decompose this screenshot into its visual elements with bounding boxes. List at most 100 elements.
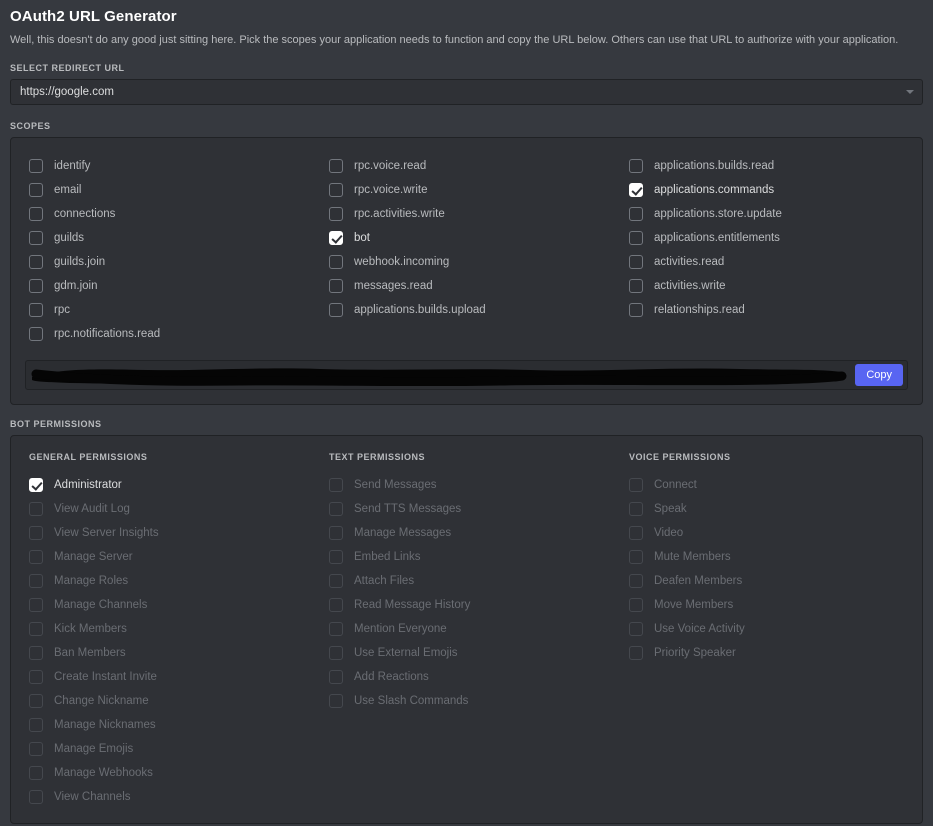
permission-label: Embed Links	[354, 551, 421, 563]
checkbox-icon	[329, 646, 343, 660]
redaction-marker	[31, 368, 847, 386]
scope-row[interactable]: applications.entitlements	[625, 226, 908, 250]
checkbox-checked-icon[interactable]	[329, 231, 343, 245]
scope-row[interactable]: rpc.voice.read	[325, 154, 625, 178]
permission-label: Deafen Members	[654, 575, 743, 587]
checkbox-icon[interactable]	[629, 231, 643, 245]
permissions-column-heading: GENERAL PERMISSIONS	[29, 452, 148, 462]
permission-row: Use Slash Commands	[325, 689, 625, 713]
checkbox-icon[interactable]	[29, 207, 43, 221]
scope-row[interactable]: gdm.join	[25, 274, 325, 298]
redirect-url-select[interactable]: https://google.com	[10, 79, 923, 105]
checkbox-icon[interactable]	[629, 303, 643, 317]
scope-label: rpc.voice.read	[354, 160, 427, 172]
scope-row[interactable]: identify	[25, 154, 325, 178]
checkbox-icon[interactable]	[329, 303, 343, 317]
checkbox-icon[interactable]	[329, 183, 343, 197]
scope-row[interactable]: bot	[325, 226, 625, 250]
permission-row: Manage Roles	[25, 569, 325, 593]
permission-label: Attach Files	[354, 575, 415, 587]
checkbox-icon[interactable]	[29, 327, 43, 341]
checkbox-icon	[29, 742, 43, 756]
scope-row[interactable]: messages.read	[325, 274, 625, 298]
scope-row[interactable]: connections	[25, 202, 325, 226]
scope-label: messages.read	[354, 280, 433, 292]
permission-label: Kick Members	[54, 623, 127, 635]
checkbox-icon	[329, 670, 343, 684]
scope-row[interactable]: rpc.activities.write	[325, 202, 625, 226]
checkbox-checked-icon[interactable]	[629, 183, 643, 197]
permissions-column-text: TEXT PERMISSIONS Send Messages Send TTS Me…	[325, 452, 625, 809]
scope-row[interactable]: rpc.notifications.read	[25, 322, 325, 346]
checkbox-icon[interactable]	[329, 279, 343, 293]
checkbox-icon	[329, 502, 343, 516]
checkbox-icon[interactable]	[629, 255, 643, 269]
permission-label: Administrator	[54, 479, 122, 491]
scope-row[interactable]: guilds.join	[25, 250, 325, 274]
redirect-url-label: SELECT REDIRECT URL	[10, 63, 125, 73]
generated-url-bar[interactable]: Copy	[25, 360, 908, 390]
bot-permissions-panel: GENERAL PERMISSIONS Administrator View Aud…	[10, 435, 923, 824]
checkbox-icon[interactable]	[29, 279, 43, 293]
checkbox-icon	[329, 550, 343, 564]
permission-row: Manage Webhooks	[25, 761, 325, 785]
copy-url-button[interactable]: Copy	[855, 364, 903, 386]
permission-row: Send TTS Messages	[325, 497, 625, 521]
scope-row[interactable]: rpc	[25, 298, 325, 322]
checkbox-icon	[629, 502, 643, 516]
permission-label: View Server Insights	[54, 527, 159, 539]
scope-row[interactable]: email	[25, 178, 325, 202]
checkbox-icon	[629, 526, 643, 540]
scope-row[interactable]: activities.write	[625, 274, 908, 298]
permission-row: View Channels	[25, 785, 325, 809]
permission-label: Move Members	[654, 599, 734, 611]
checkbox-icon	[29, 646, 43, 660]
scope-label: applications.entitlements	[654, 232, 780, 244]
permission-row: Deafen Members	[625, 569, 908, 593]
checkbox-icon[interactable]	[329, 159, 343, 173]
checkbox-icon	[29, 790, 43, 804]
checkbox-checked-icon[interactable]	[29, 478, 43, 492]
permission-row[interactable]: Administrator	[25, 473, 325, 497]
checkbox-icon[interactable]	[629, 279, 643, 293]
scope-row[interactable]: applications.builds.read	[625, 154, 908, 178]
permission-label: Manage Roles	[54, 575, 129, 587]
permission-label: Connect	[654, 479, 697, 491]
scope-row[interactable]: guilds	[25, 226, 325, 250]
checkbox-icon[interactable]	[29, 231, 43, 245]
checkbox-icon	[329, 622, 343, 636]
checkbox-icon[interactable]	[29, 159, 43, 173]
scope-row[interactable]: activities.read	[625, 250, 908, 274]
checkbox-icon	[29, 598, 43, 612]
checkbox-icon[interactable]	[629, 159, 643, 173]
checkbox-icon	[29, 766, 43, 780]
scope-row[interactable]: relationships.read	[625, 298, 908, 322]
checkbox-icon[interactable]	[329, 255, 343, 269]
permission-row: Kick Members	[25, 617, 325, 641]
scope-label: bot	[354, 232, 370, 244]
checkbox-icon	[29, 670, 43, 684]
permissions-column-heading: TEXT PERMISSIONS	[329, 452, 426, 462]
checkbox-icon[interactable]	[329, 207, 343, 221]
permission-row: Move Members	[625, 593, 908, 617]
scope-row[interactable]: applications.builds.upload	[325, 298, 625, 322]
chevron-down-icon	[906, 90, 914, 94]
permission-row: Use Voice Activity	[625, 617, 908, 641]
checkbox-icon[interactable]	[29, 183, 43, 197]
checkbox-icon[interactable]	[29, 255, 43, 269]
scope-label: identify	[54, 160, 91, 172]
permission-row: Create Instant Invite	[25, 665, 325, 689]
scope-row[interactable]: webhook.incoming	[325, 250, 625, 274]
scopes-column: identify email connections guilds guilds.joi…	[25, 154, 325, 346]
scope-label: rpc.voice.write	[354, 184, 428, 196]
permission-row: Video	[625, 521, 908, 545]
scope-row[interactable]: applications.commands	[625, 178, 908, 202]
checkbox-icon[interactable]	[629, 207, 643, 221]
scope-row[interactable]: rpc.voice.write	[325, 178, 625, 202]
bot-permissions-columns: GENERAL PERMISSIONS Administrator View Aud…	[25, 452, 908, 809]
checkbox-icon[interactable]	[29, 303, 43, 317]
checkbox-icon	[29, 694, 43, 708]
scope-row[interactable]: applications.store.update	[625, 202, 908, 226]
page-title: OAuth2 URL Generator	[10, 8, 177, 25]
permission-label: Send TTS Messages	[354, 503, 462, 515]
